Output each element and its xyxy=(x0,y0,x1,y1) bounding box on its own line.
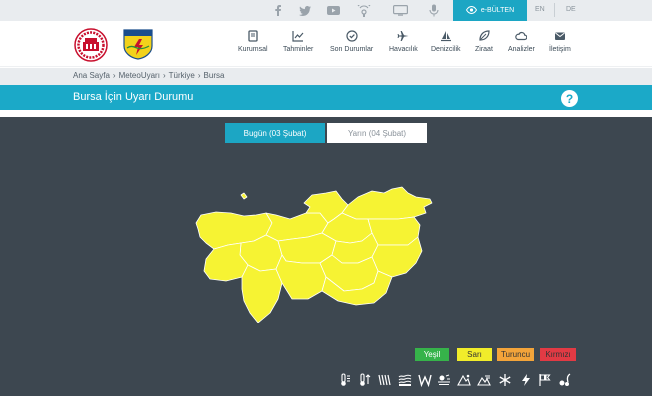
breadcrumb: Ana Sayfa › MeteoUyarı › Türkiye › Bursa xyxy=(73,71,224,80)
bursa-district-map xyxy=(195,186,433,323)
eye-icon xyxy=(465,5,477,16)
nav-label: Denizcilik xyxy=(431,46,461,53)
spacer xyxy=(0,110,652,117)
leaf-icon xyxy=(479,30,490,41)
lang-en-link[interactable]: EN xyxy=(535,6,545,13)
cold-temperature-icon[interactable] xyxy=(358,373,372,387)
tab-today[interactable]: Bugün (03 Şubat) xyxy=(225,123,325,143)
legend-green: Yeşil xyxy=(415,348,449,361)
nav-label: İletişim xyxy=(549,46,571,53)
district-region[interactable] xyxy=(341,186,433,220)
breadcrumb-meteouyari[interactable]: MeteoUyarı xyxy=(119,71,160,80)
hot-temperature-icon[interactable] xyxy=(338,373,352,387)
facebook-icon[interactable] xyxy=(274,1,282,20)
page-title: Bursa İçin Uyarı Durumu xyxy=(73,91,194,103)
meteoroloji-logo[interactable] xyxy=(122,28,154,60)
storm-flag-icon[interactable] xyxy=(538,373,552,387)
youtube-icon[interactable] xyxy=(327,1,340,20)
lang-de-link[interactable]: DE xyxy=(566,6,576,13)
tab-tomorrow[interactable]: Yarın (04 Şubat) xyxy=(327,123,427,143)
snow-icon[interactable] xyxy=(398,373,412,387)
nav-havacilik[interactable]: Havacılık xyxy=(389,30,418,60)
legend-orange: Turuncu xyxy=(497,348,534,361)
page-bottom xyxy=(0,396,652,400)
breadcrumb-separator: › xyxy=(197,71,201,80)
nav-denizcilik[interactable]: Denizcilik xyxy=(431,30,461,60)
mail-icon xyxy=(554,32,565,40)
satellite-icon[interactable] xyxy=(357,1,371,20)
nav-label: Kurumsal xyxy=(238,46,268,53)
lang-divider xyxy=(554,3,555,17)
breadcrumb-home[interactable]: Ana Sayfa xyxy=(73,71,110,80)
nav-tahminler[interactable]: Tahminler xyxy=(283,30,313,60)
breadcrumb-separator: › xyxy=(162,71,166,80)
wind-icon[interactable] xyxy=(418,373,432,387)
nav-label: Analizler xyxy=(508,46,535,53)
book-icon xyxy=(248,30,258,42)
nav-label: Tahminler xyxy=(283,46,314,53)
fog-icon[interactable] xyxy=(437,373,451,387)
breadcrumb-separator: › xyxy=(112,71,116,80)
nav-label: Son Durumlar xyxy=(330,46,374,53)
cloud-icon xyxy=(515,31,528,41)
podcast-icon[interactable] xyxy=(429,1,439,20)
tv-icon[interactable] xyxy=(393,1,408,20)
twitter-icon[interactable] xyxy=(299,1,311,20)
chart-icon xyxy=(292,31,304,42)
rain-icon[interactable] xyxy=(378,373,392,387)
thunderstorm-icon[interactable] xyxy=(558,373,572,387)
clock-icon xyxy=(345,30,358,42)
breadcrumb-bursa: Bursa xyxy=(203,71,225,80)
ebulten-label: e-BÜLTEN xyxy=(480,7,515,14)
dust-icon[interactable] xyxy=(477,373,491,387)
district-region[interactable] xyxy=(241,264,283,323)
district-region[interactable] xyxy=(240,192,248,200)
plane-icon xyxy=(397,31,409,41)
nav-kurumsal[interactable]: Kurumsal xyxy=(238,30,268,60)
ebulten-button[interactable]: e-BÜLTEN xyxy=(453,0,527,21)
nav-son-durumlar[interactable]: Son Durumlar xyxy=(330,30,373,60)
legend-yellow: Sarı xyxy=(457,348,492,361)
nav-label: Ziraat xyxy=(475,46,493,53)
nav-label: Havacılık xyxy=(389,46,418,53)
nav-ziraat[interactable]: Ziraat xyxy=(475,30,493,60)
lightning-icon[interactable] xyxy=(519,373,533,387)
frost-icon[interactable] xyxy=(498,373,512,387)
help-icon[interactable]: ? xyxy=(561,90,578,107)
breadcrumb-turkiye[interactable]: Türkiye xyxy=(169,71,195,80)
nav-analizler[interactable]: Analizler xyxy=(508,30,535,60)
legend-red: Kırmızı xyxy=(540,348,576,361)
sail-icon xyxy=(440,31,451,42)
ministry-logo[interactable] xyxy=(72,28,110,62)
avalanche-icon[interactable] xyxy=(457,373,471,387)
nav-iletisim[interactable]: İletişim xyxy=(549,30,571,60)
